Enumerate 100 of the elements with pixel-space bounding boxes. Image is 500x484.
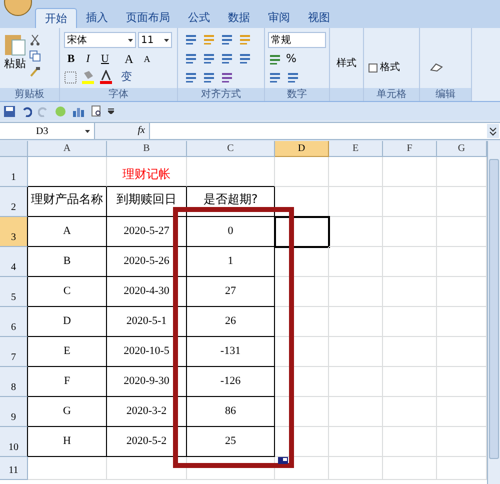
grid-cell [329,187,383,217]
grid-cell [383,307,437,337]
table-cell: -131 [187,337,275,367]
row-header[interactable]: 6 [0,307,28,337]
column-header[interactable]: C [187,141,275,157]
group-label: 单元格 [364,88,419,101]
ribbon-tab[interactable]: 视图 [299,8,339,28]
fill-color-icon[interactable] [81,70,95,84]
table-cell: 2020-5-1 [107,307,187,337]
paste-label: 粘贴 [4,56,26,72]
grid-cell [383,157,437,187]
ribbon-tab[interactable]: 开始 [35,8,77,28]
ribbon-tab[interactable]: 公式 [179,8,219,28]
grid-cell [329,157,383,187]
ribbon-tab[interactable]: 插入 [77,8,117,28]
scissors-icon[interactable] [29,34,41,46]
expand-icon[interactable] [487,124,499,138]
grid-cell [329,457,383,480]
table-cell: 2020-9-30 [107,367,187,397]
grid-cell [329,427,383,457]
grid-cell [329,217,383,247]
paintbrush-icon[interactable] [29,66,41,78]
row-header[interactable]: 4 [0,247,28,277]
table-cell: F [28,367,107,397]
ribbon-tab[interactable]: 审阅 [259,8,299,28]
column-header[interactable]: E [329,141,383,157]
styles-button[interactable]: 样式 [336,58,356,70]
table-cell: 2020-3-2 [107,397,187,427]
column-header[interactable]: F [383,141,437,157]
sheet-title: 理财记帐 [107,157,187,187]
shrink-font-button[interactable]: A [140,52,154,66]
column-header[interactable]: B [107,141,187,157]
paste-options-icon[interactable] [278,457,288,464]
row-header[interactable]: 5 [0,277,28,307]
table-cell: 到期赎回日 [107,187,187,217]
format-icon [368,63,378,73]
font-color-icon[interactable] [99,70,113,84]
table-cell: E [28,337,107,367]
print-preview-icon[interactable] [91,105,102,117]
align-left-icon[interactable] [184,51,198,65]
italic-button[interactable]: I [81,52,95,66]
ribbon-tab[interactable]: 页面布局 [117,8,179,28]
selected-cell [275,217,329,247]
paste-button[interactable]: 粘贴 [4,32,26,88]
border-icon[interactable] [64,70,77,84]
scrollbar-thumb[interactable] [489,159,499,459]
grid-cell [383,217,437,247]
format-button[interactable]: 格式 [368,62,400,74]
clipboard-icon [4,32,26,56]
column-header[interactable]: A [28,141,107,157]
grid-cell [329,307,383,337]
grid-cell [275,277,329,307]
group-label: 数字 [265,88,329,101]
grid-cell [275,247,329,277]
underline-button[interactable]: U [98,52,112,66]
grid-cell [329,247,383,277]
row-header[interactable]: 8 [0,367,28,397]
table-cell: -126 [187,367,275,397]
phonetic-button[interactable]: 变 [121,70,132,84]
vertical-scrollbar[interactable] [487,141,500,484]
chart-icon[interactable] [72,106,85,116]
row-header[interactable]: 9 [0,397,28,427]
font-name-field[interactable]: 宋体 [64,32,136,48]
ribbon-tab[interactable]: 数据 [219,8,259,28]
bold-button[interactable]: B [64,52,78,66]
row-header[interactable]: 11 [0,457,28,480]
row-header[interactable]: 10 [0,427,28,457]
percent-button[interactable]: % [286,52,296,66]
grow-font-button[interactable]: A [121,52,137,66]
row-header[interactable]: 1 [0,157,28,187]
number-format-field[interactable]: 常规 [268,32,326,48]
copy-icon[interactable] [29,50,41,62]
table-cell: 86 [187,397,275,427]
group-label: 剪贴板 [0,88,59,101]
grid-cell [383,337,437,367]
undo-icon[interactable] [21,106,32,116]
column-header[interactable]: G [437,141,487,157]
dropdown-icon[interactable] [108,108,114,114]
table-cell: 26 [187,307,275,337]
table-cell: 27 [187,277,275,307]
font-size-field[interactable]: 11 [138,32,172,48]
group-label: 对齐方式 [178,88,264,101]
row-header[interactable]: 7 [0,337,28,367]
row-header[interactable]: 2 [0,187,28,217]
row-header[interactable]: 3 [0,217,28,247]
table-cell: A [28,217,107,247]
table-cell: 1 [187,247,275,277]
table-cell: 0 [187,217,275,247]
grid-cell [275,337,329,367]
save-icon[interactable] [4,106,15,116]
table-cell: 2020-4-30 [107,277,187,307]
grid-cell [383,187,437,217]
table-cell: B [28,247,107,277]
grid-cell [275,157,329,187]
column-header[interactable]: D [275,141,329,157]
grid-cell [329,397,383,427]
group-label: 编辑 [420,88,471,101]
caret-icon [164,38,169,42]
grid-cell [383,277,437,307]
insert-function-button[interactable]: fx [138,125,145,137]
